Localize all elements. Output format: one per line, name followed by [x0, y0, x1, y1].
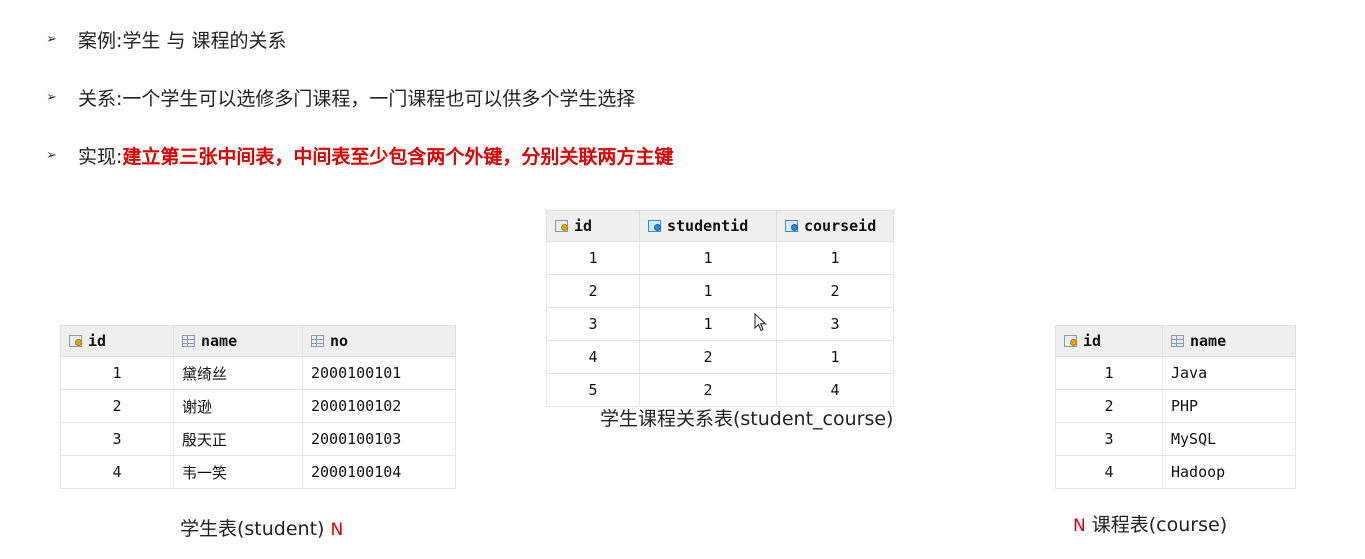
student-table-caption: 学生表(student) N: [180, 518, 344, 540]
arrow-bullet-icon: ➢: [46, 32, 57, 47]
cell-id: 3: [1055, 422, 1163, 456]
cell-id: 5: [546, 373, 640, 407]
cell-name: 殷天正: [173, 422, 303, 456]
cell-no: 2000100104: [302, 455, 456, 489]
cell-name: 黛绮丝: [173, 356, 303, 390]
cell-courseid: 3: [776, 307, 894, 341]
foreign-key-icon: [648, 220, 661, 232]
cell-id: 2: [60, 389, 174, 423]
table-row[interactable]: 3 1 3: [546, 307, 894, 341]
foreign-key-icon: [785, 220, 798, 232]
cell-courseid: 1: [776, 241, 894, 275]
cell-no: 2000100103: [302, 422, 456, 456]
column-header-name[interactable]: name: [173, 325, 303, 357]
cell-name: 韦一笑: [173, 455, 303, 489]
cell-name: Hadoop: [1162, 455, 1296, 489]
student-course-table-caption: 学生课程关系表(student_course): [600, 408, 894, 430]
cell-id: 2: [1055, 389, 1163, 423]
cell-courseid: 4: [776, 373, 894, 407]
column-icon: [182, 335, 195, 347]
column-icon: [1171, 335, 1184, 347]
cell-name: MySQL: [1162, 422, 1296, 456]
primary-key-icon: [555, 220, 568, 232]
table-row[interactable]: 2 PHP: [1055, 389, 1296, 423]
bullet-relation: ➢ 关系: 一个学生可以选修多门课程，一门课程也可以供多个学生选择: [46, 84, 635, 111]
cardinality-marker: N: [1073, 516, 1086, 536]
student-course-table: id studentid courseid 1 1 1 2 1 2 3 1 3: [546, 210, 894, 407]
cell-id: 1: [546, 241, 640, 275]
cell-id: 1: [60, 356, 174, 390]
table-row[interactable]: 4 韦一笑 2000100104: [60, 455, 456, 489]
primary-key-icon: [69, 335, 82, 347]
cell-courseid: 2: [776, 274, 894, 308]
bullet-text-highlight: 建立第三张中间表，中间表至少包含两个外键，分别关联两方主键: [122, 146, 674, 168]
course-table-caption: N 课程表(course): [1073, 514, 1228, 536]
table-row[interactable]: 1 黛绮丝 2000100101: [60, 356, 456, 390]
cell-no: 2000100101: [302, 356, 456, 390]
column-header-id[interactable]: id: [60, 325, 174, 357]
cell-id: 4: [1055, 455, 1163, 489]
table-header-row: id name: [1055, 325, 1296, 357]
cardinality-marker: N: [330, 520, 344, 540]
table-row[interactable]: 3 殷天正 2000100103: [60, 422, 456, 456]
bullet-label: 实现:: [78, 146, 123, 168]
column-header-id[interactable]: id: [546, 210, 640, 242]
cell-name: 谢逊: [173, 389, 303, 423]
bullet-text: 一个学生可以选修多门课程，一门课程也可以供多个学生选择: [122, 88, 636, 110]
arrow-bullet-icon: ➢: [46, 148, 57, 163]
cell-no: 2000100102: [302, 389, 456, 423]
bullet-label: 关系:: [78, 88, 123, 110]
primary-key-icon: [1064, 335, 1077, 347]
column-header-studentid[interactable]: studentid: [639, 210, 777, 242]
cell-studentid: 1: [639, 274, 777, 308]
column-header-name[interactable]: name: [1162, 325, 1296, 357]
bullet-case: ➢ 案例: 学生 与 课程的关系: [46, 26, 287, 53]
table-row[interactable]: 3 MySQL: [1055, 422, 1296, 456]
cell-id: 3: [60, 422, 174, 456]
table-row[interactable]: 2 谢逊 2000100102: [60, 389, 456, 423]
cell-studentid: 2: [639, 373, 777, 407]
column-header-no[interactable]: no: [302, 325, 456, 357]
slide: ➢ 案例: 学生 与 课程的关系 ➢ 关系: 一个学生可以选修多门课程，一门课程…: [0, 0, 1365, 559]
table-row[interactable]: 4 2 1: [546, 340, 894, 374]
cell-name: PHP: [1162, 389, 1296, 423]
bullet-text: 学生 与 课程的关系: [122, 30, 287, 52]
course-table: id name 1 Java 2 PHP 3 MySQL 4 Hadoop: [1055, 325, 1296, 489]
table-row[interactable]: 4 Hadoop: [1055, 455, 1296, 489]
table-row[interactable]: 1 Java: [1055, 356, 1296, 390]
cell-studentid: 2: [639, 340, 777, 374]
column-icon: [311, 335, 324, 347]
bullet-implementation: ➢ 实现: 建立第三张中间表，中间表至少包含两个外键，分别关联两方主键: [46, 142, 673, 169]
cell-name: Java: [1162, 356, 1296, 390]
cell-id: 4: [60, 455, 174, 489]
table-header-row: id name no: [60, 325, 456, 357]
cell-id: 3: [546, 307, 640, 341]
column-header-id[interactable]: id: [1055, 325, 1163, 357]
table-header-row: id studentid courseid: [546, 210, 894, 242]
cell-studentid: 1: [639, 241, 777, 275]
student-table: id name no 1 黛绮丝 2000100101 2 谢逊 2000100…: [60, 325, 456, 489]
arrow-bullet-icon: ➢: [46, 90, 57, 105]
table-row[interactable]: 5 2 4: [546, 373, 894, 407]
table-row[interactable]: 1 1 1: [546, 241, 894, 275]
cell-id: 1: [1055, 356, 1163, 390]
cell-id: 2: [546, 274, 640, 308]
bullet-label: 案例:: [78, 30, 123, 52]
column-header-courseid[interactable]: courseid: [776, 210, 894, 242]
cell-id: 4: [546, 340, 640, 374]
table-row[interactable]: 2 1 2: [546, 274, 894, 308]
cell-courseid: 1: [776, 340, 894, 374]
